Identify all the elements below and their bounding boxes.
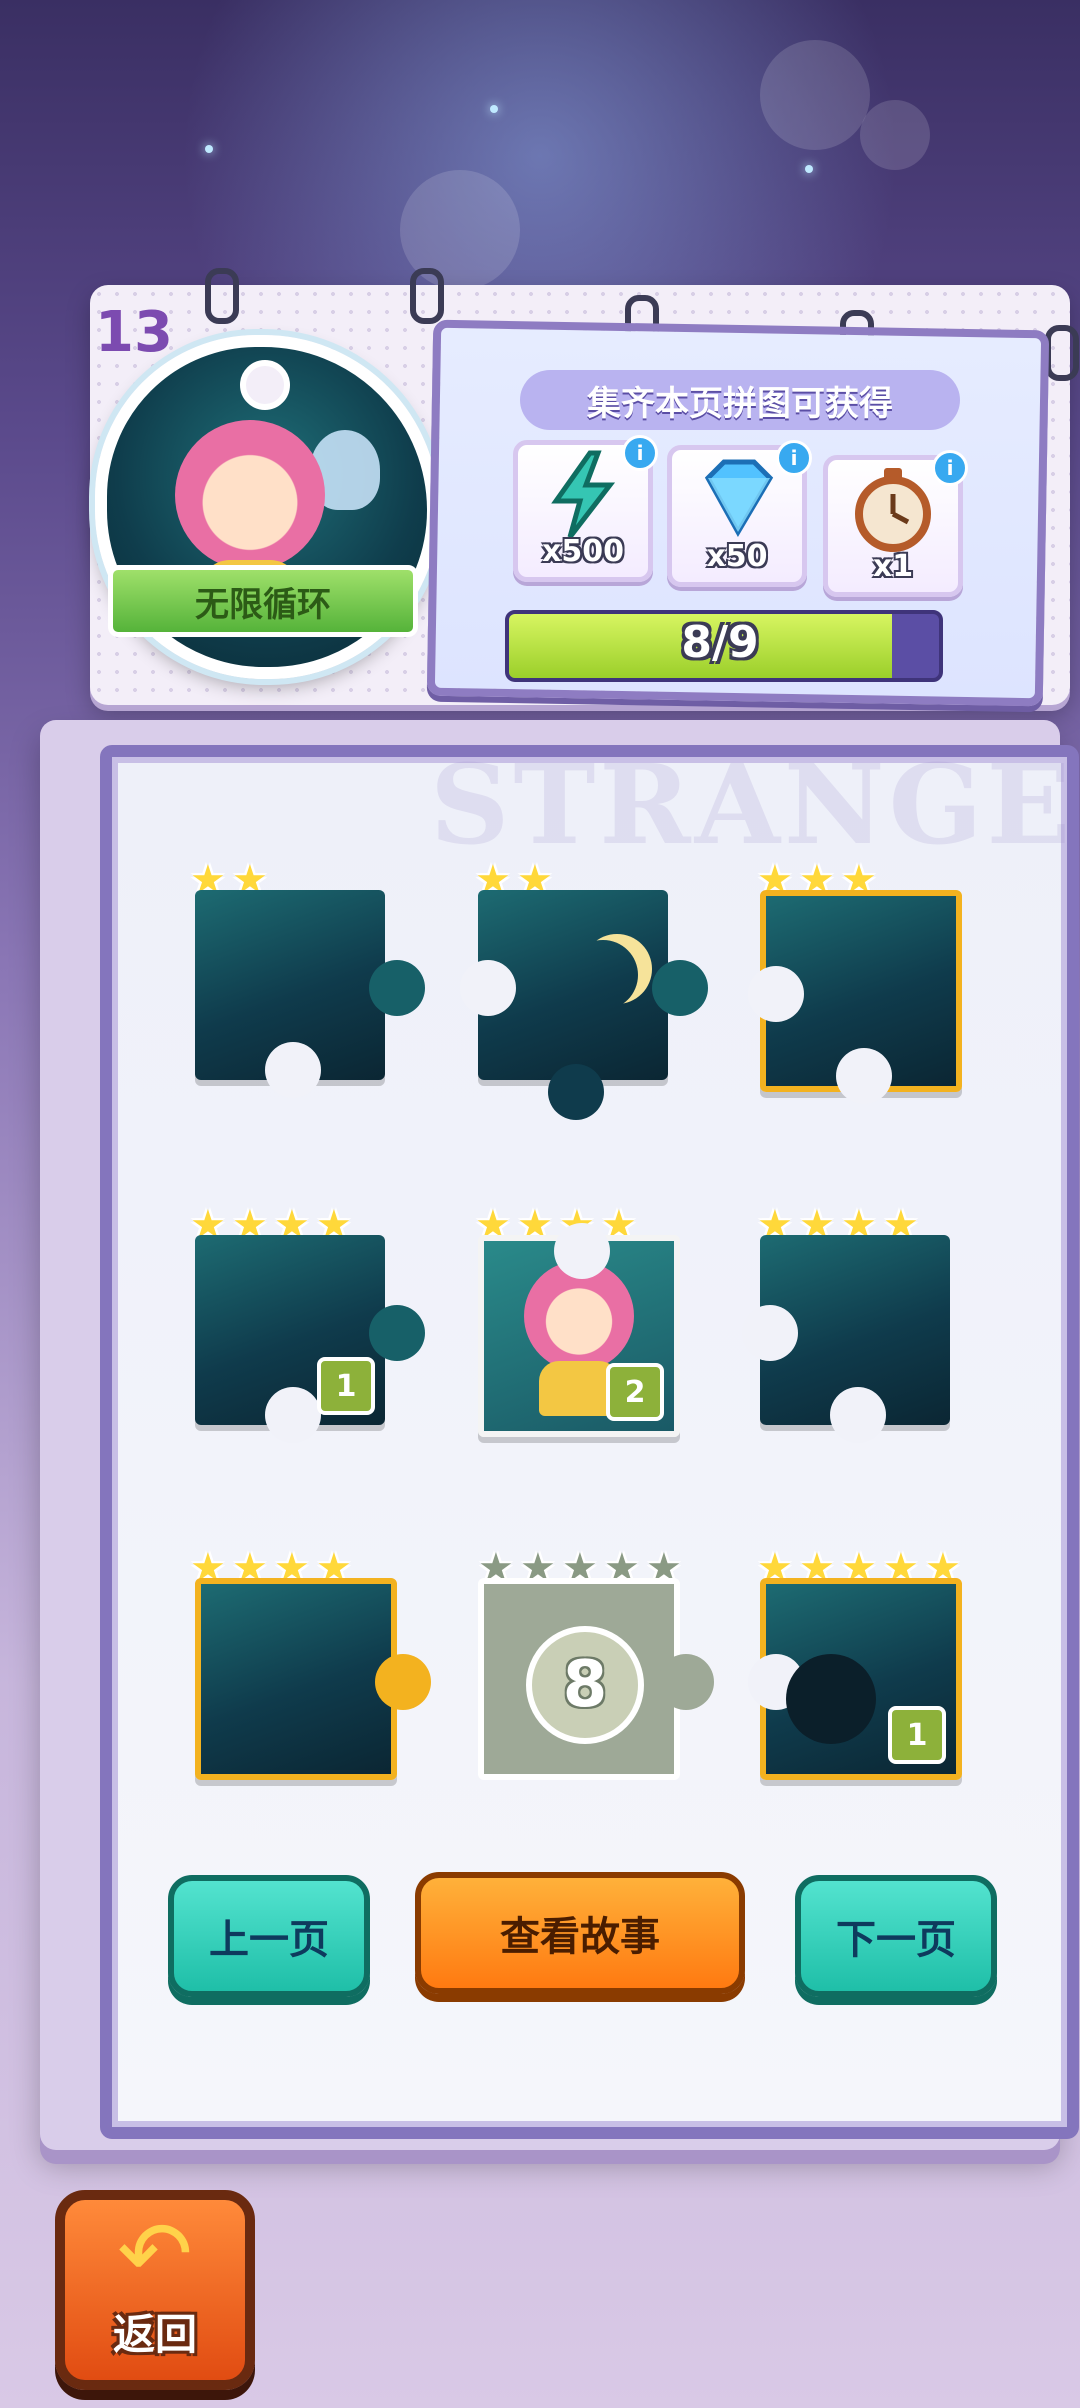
puzzle-piece-5[interactable]: 2 <box>478 1223 680 1437</box>
reward-count: x500 <box>542 534 624 569</box>
prev-page-button[interactable]: 上一页 <box>168 1875 370 1997</box>
binder-ring-icon <box>1045 325 1079 381</box>
badge-title-ribbon: 无限循环 <box>108 565 418 637</box>
next-page-button[interactable]: 下一页 <box>795 1875 997 1997</box>
reward-count: x50 <box>706 539 768 574</box>
reward-item-stopwatch[interactable]: x1 i <box>823 450 968 597</box>
shadow-creature <box>786 1654 876 1744</box>
sparkle-icon <box>490 105 498 113</box>
binder-ring-icon <box>205 268 239 324</box>
reward-item-diamond[interactable]: x50 i <box>667 440 812 587</box>
background-bubble <box>760 40 870 150</box>
sparkle-icon <box>805 165 813 173</box>
progress-text: 8/9 <box>681 616 759 668</box>
puzzle-piece-9[interactable]: 1 <box>748 1578 962 1780</box>
back-arrow-icon: ↶ <box>117 2202 193 2307</box>
info-icon[interactable]: i <box>932 450 968 486</box>
page-number: 13 <box>95 300 173 365</box>
puzzle-piece-2[interactable] <box>460 890 708 1120</box>
piece-count-badge: 2 <box>606 1363 664 1421</box>
puzzle-piece-6[interactable] <box>742 1235 950 1443</box>
info-icon[interactable]: i <box>622 435 658 471</box>
background-bubble <box>860 100 930 170</box>
locked-piece-number: 8 <box>526 1626 644 1744</box>
piece-count-badge: 1 <box>888 1706 946 1764</box>
info-icon[interactable]: i <box>776 440 812 476</box>
binder-ring-icon <box>410 268 444 324</box>
view-story-button[interactable]: 查看故事 <box>415 1872 745 1994</box>
page-watermark: STRANGE <box>430 740 1075 869</box>
reward-title: 集齐本页拼图可获得 <box>520 370 960 430</box>
piece-count-badge: 1 <box>317 1357 375 1415</box>
back-button[interactable]: ↶ 返回 <box>55 2190 255 2390</box>
puzzle-piece-8-locked[interactable]: 8 <box>478 1578 714 1780</box>
reward-count: x1 <box>872 549 914 584</box>
moon-icon <box>568 940 638 1010</box>
reward-item-energy[interactable]: x500 i <box>513 435 658 582</box>
puzzle-piece-4[interactable]: 1 <box>195 1235 425 1443</box>
character-portrait <box>175 420 325 570</box>
puzzle-piece-3[interactable] <box>748 890 962 1104</box>
puzzle-piece-1[interactable] <box>195 890 425 1098</box>
puzzle-piece-7[interactable] <box>195 1578 431 1780</box>
back-label: 返回 <box>112 2310 197 2359</box>
sparkle-icon <box>205 145 213 153</box>
badge-hole <box>240 360 290 410</box>
